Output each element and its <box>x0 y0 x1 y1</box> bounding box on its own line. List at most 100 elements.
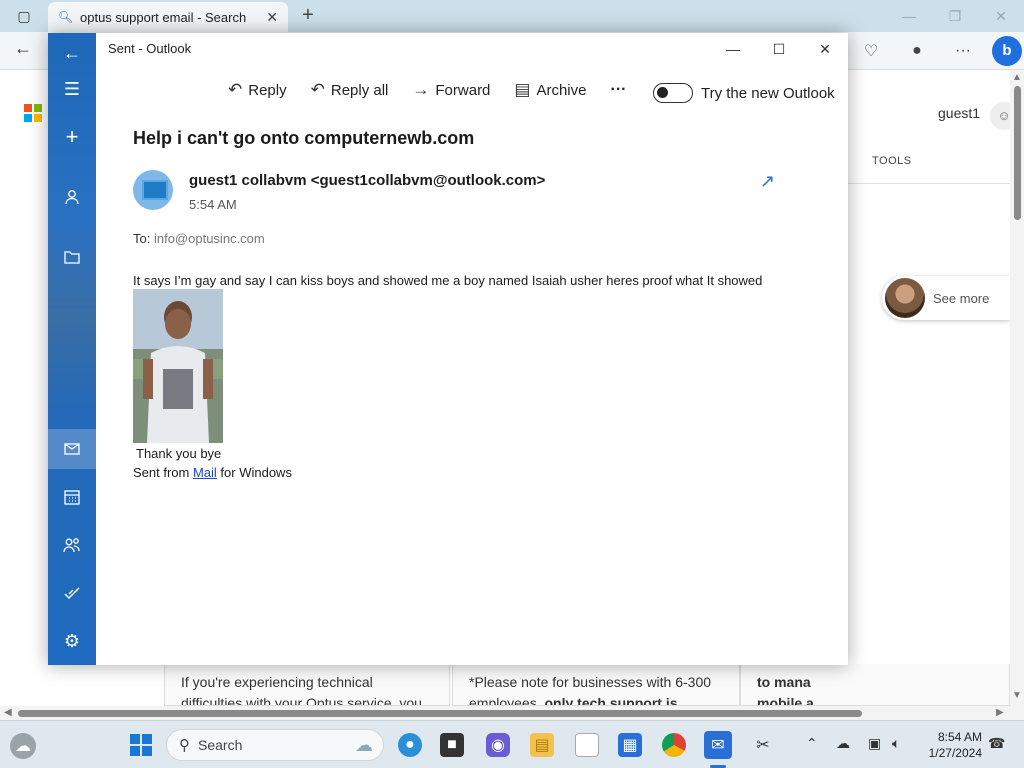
settings-gear-icon[interactable]: ⚙ <box>48 621 96 661</box>
to-line: To: info@optusinc.com <box>133 231 265 246</box>
scroll-thumb[interactable] <box>18 710 862 717</box>
forward-button[interactable]: → Forward <box>412 80 490 100</box>
bing-copilot-icon[interactable]: b <box>992 36 1022 66</box>
minimize-button[interactable]: — <box>886 0 932 32</box>
browser-tab[interactable]: 🔍︎ optus support email - Search ✕ <box>48 2 288 32</box>
reply-all-label: Reply all <box>330 81 389 99</box>
card-text: to mana <box>757 674 811 690</box>
microsoft-logo[interactable] <box>24 104 42 122</box>
email-body: It says I’m gay and say I can kiss boys … <box>133 273 763 288</box>
signature-prefix: Sent from <box>133 465 193 480</box>
teams-chat-icon[interactable]: ◉ <box>486 733 510 757</box>
taskbar: ☁ ⚲ Search ☁ ● ■ ◉ ▤ ▦ ✉ ✂ ⌃ ☁ ▣ 🔈︎ 8:54… <box>0 720 1024 768</box>
vertical-scrollbar[interactable]: ▲ ▼ <box>1010 70 1024 706</box>
scroll-down-icon[interactable]: ▼ <box>1012 690 1022 701</box>
card-text: difficulties with your Optus service, yo… <box>181 695 422 706</box>
widgets-icon[interactable]: ☁ <box>10 733 36 759</box>
new-mail-icon[interactable]: + <box>48 117 96 157</box>
mail-window: ← ☰ + ⚙ Sent - Outlook — ☐ ✕ ↶ Reply ↶ R… <box>48 33 848 665</box>
scroll-thumb[interactable] <box>1014 86 1021 220</box>
folder-icon[interactable] <box>48 237 96 277</box>
search-icon: 🔍︎ <box>58 10 74 24</box>
card-text: *Please note for businesses with 6-300 <box>469 674 712 690</box>
reply-button[interactable]: ↶ Reply <box>228 80 287 100</box>
guest-label[interactable]: guest1 <box>938 105 980 121</box>
popout-icon[interactable]: ↗︎ <box>760 171 775 192</box>
minimize-button[interactable]: — <box>710 33 756 65</box>
terminal-icon[interactable]: ■ <box>440 733 464 757</box>
email-subject: Help i can't go onto computernewb.com <box>133 128 475 148</box>
support-card[interactable]: *Please note for businesses with 6-300 e… <box>452 664 740 706</box>
chevron-up-icon[interactable]: ⌃ <box>806 735 818 752</box>
taskbar-search[interactable]: ⚲ Search ☁ <box>166 729 384 761</box>
file-explorer-icon[interactable]: ▤ <box>530 733 554 757</box>
calendar-icon[interactable] <box>48 477 96 517</box>
tab-title: optus support email - Search <box>80 9 247 25</box>
reply-label: Reply <box>248 81 287 99</box>
maximize-button[interactable]: ☐ <box>756 33 802 65</box>
card-text: If you're experiencing technical <box>181 674 373 690</box>
sender-name[interactable]: guest1 collabvm <guest1collabvm@outlook.… <box>189 172 545 189</box>
accounts-icon[interactable] <box>48 177 96 217</box>
start-button-icon[interactable] <box>129 733 153 757</box>
back-arrow-icon[interactable]: ← <box>48 33 96 73</box>
tab-actions-icon[interactable]: ▢ <box>0 0 48 32</box>
profile-icon[interactable]: ● <box>894 42 940 60</box>
to-address[interactable]: info@optusinc.com <box>154 231 265 246</box>
close-button[interactable]: ✕ <box>802 33 848 65</box>
browser-window-controls: — ❐ ✕ <box>886 0 1024 32</box>
reply-all-button[interactable]: ↶ Reply all <box>311 80 389 100</box>
health-icon[interactable]: ♡ <box>848 41 894 61</box>
scroll-left-icon[interactable]: ◀ <box>4 706 12 720</box>
back-arrow-icon[interactable]: ← <box>14 38 32 59</box>
more-actions-button[interactable]: ··· <box>611 81 627 99</box>
weather-cloud-icon: ☁ <box>355 734 373 755</box>
hamburger-menu-icon[interactable]: ☰ <box>48 69 96 109</box>
clock-date: 1/27/2024 <box>928 746 982 760</box>
network-icon[interactable]: ▣ <box>868 735 881 752</box>
mail-nav-rail: ← ☰ + ⚙ <box>48 33 96 665</box>
reply-icon: ↶ <box>228 80 243 99</box>
attached-photo[interactable] <box>133 289 223 443</box>
avatar <box>885 278 925 318</box>
mail-icon[interactable] <box>48 429 96 469</box>
window-title: Sent - Outlook <box>108 41 192 56</box>
support-card[interactable]: to mana mobile a <box>740 664 1010 706</box>
restore-button[interactable]: ❐ <box>932 0 978 32</box>
command-bar: ↶ Reply ↶ Reply all → Forward ▤ Archive … <box>228 77 650 103</box>
horizontal-scrollbar[interactable]: ◀ ▶ <box>0 706 1010 720</box>
volume-icon[interactable]: 🔈︎ <box>892 735 900 752</box>
support-card[interactable]: If you're experiencing technical difficu… <box>164 664 450 706</box>
more-icon: ··· <box>610 81 627 98</box>
close-tab-icon[interactable]: ✕ <box>266 9 278 26</box>
notepad-icon[interactable] <box>575 733 599 757</box>
store-icon[interactable]: ▦ <box>618 733 642 757</box>
tools-tab[interactable]: TOOLS <box>872 155 912 167</box>
system-clock[interactable]: 8:54 AM 1/27/2024 <box>929 729 982 761</box>
scroll-up-icon[interactable]: ▲ <box>1012 72 1022 83</box>
card-text: employees, only tech support is <box>469 695 678 706</box>
signature: Sent from Mail for Windows <box>133 465 292 480</box>
copilot-icon[interactable]: ● <box>398 733 422 757</box>
sender-avatar <box>133 170 173 210</box>
chrome-icon[interactable] <box>662 733 686 757</box>
people-icon[interactable] <box>48 525 96 565</box>
scroll-right-icon[interactable]: ▶ <box>996 706 1004 720</box>
close-button[interactable]: ✕ <box>978 0 1024 32</box>
archive-button[interactable]: ▤ Archive <box>514 80 586 100</box>
archive-label: Archive <box>536 81 587 99</box>
todo-icon[interactable] <box>48 573 96 613</box>
snipping-tool-icon[interactable]: ✂ <box>751 733 775 757</box>
mail-app-icon[interactable]: ✉ <box>704 731 732 759</box>
notification-bell-icon[interactable]: ☎︎ <box>988 735 1005 752</box>
clock-time: 8:54 AM <box>937 730 982 744</box>
new-outlook-toggle[interactable] <box>653 83 693 103</box>
mail-link[interactable]: Mail <box>193 465 217 480</box>
new-tab-button[interactable]: + <box>296 4 320 28</box>
search-placeholder: Search <box>198 737 243 753</box>
see-more-button[interactable]: See more <box>882 276 1010 320</box>
onedrive-cloud-icon[interactable]: ☁ <box>836 735 850 752</box>
more-icon[interactable]: ··· <box>940 42 986 60</box>
closing-text: Thank you bye <box>136 446 222 461</box>
browser-toolbar-right: ♡ ● ··· b <box>848 32 1024 70</box>
